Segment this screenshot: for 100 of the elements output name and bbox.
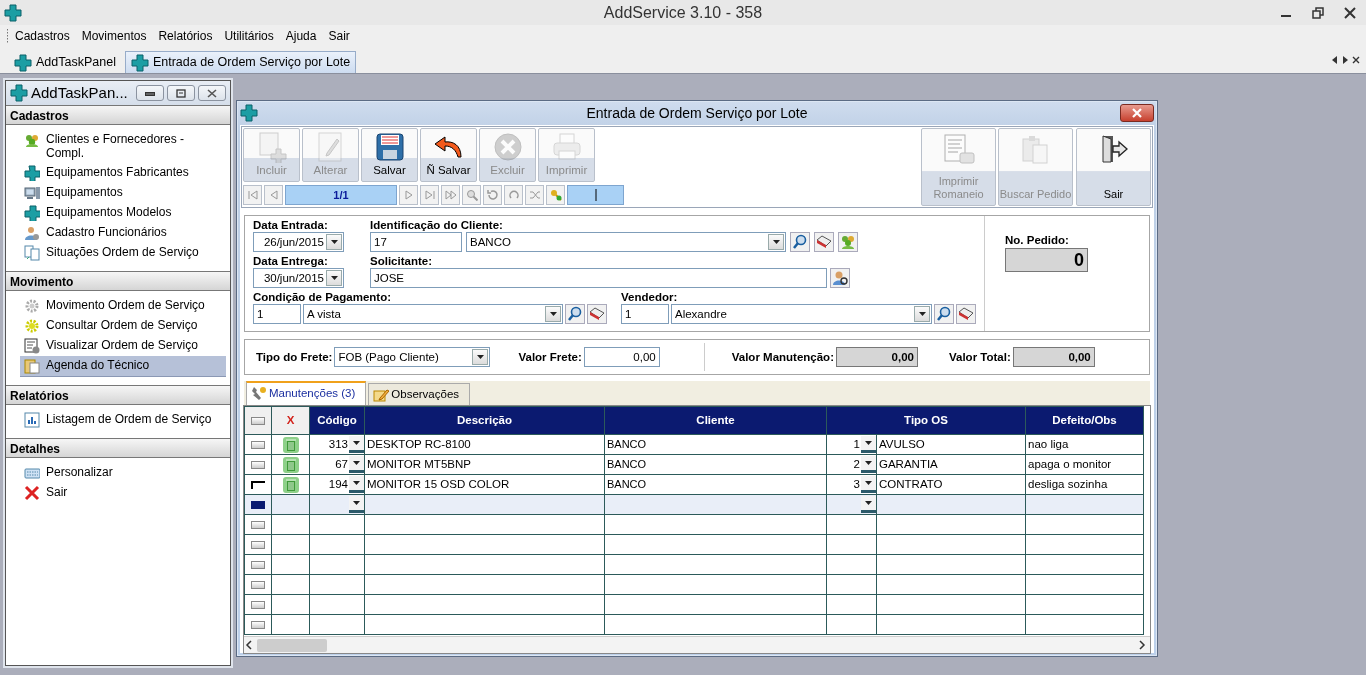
person-icon — [832, 270, 848, 286]
scroll-right-icon[interactable] — [1137, 640, 1147, 650]
dropdown-button[interactable] — [349, 496, 364, 513]
panel-item[interactable]: Consultar Ordem de Serviço — [20, 315, 226, 336]
column-header[interactable]: Defeito/Obs — [1025, 406, 1144, 435]
tab[interactable]: Observações — [368, 383, 471, 405]
trash-icon[interactable] — [281, 455, 300, 474]
cross-icon — [24, 484, 40, 501]
panel-item[interactable]: Equipamentos Fabricantes — [20, 162, 226, 183]
dropdown-button[interactable] — [861, 456, 876, 473]
panel-item[interactable]: Situações Ordem de Serviço — [20, 242, 226, 263]
column-header[interactable]: Descrição — [364, 406, 605, 435]
requester-field[interactable]: JOSE — [370, 268, 827, 288]
scroll-left-icon[interactable] — [244, 640, 254, 650]
key-button[interactable] — [546, 184, 565, 205]
caret-icon — [329, 275, 339, 281]
plus-icon — [4, 3, 22, 22]
shuffle-icon — [528, 188, 541, 201]
people-icon — [24, 132, 40, 148]
panel-item[interactable]: Cadastro Funcionários — [20, 222, 226, 243]
dropdown-button[interactable] — [349, 476, 364, 493]
panel-item[interactable]: Listagem de Ordem de Serviço — [20, 409, 226, 430]
scroll-left-icon[interactable] — [1332, 56, 1338, 64]
close-button[interactable] — [198, 85, 226, 101]
cancel-icon — [491, 131, 524, 163]
seller-combo[interactable]: Alexandre — [671, 304, 932, 324]
scroll-right-icon[interactable] — [1342, 56, 1348, 64]
panel-item[interactable]: Movimento Ordem de Serviço — [20, 295, 226, 316]
column-header[interactable]: Código — [309, 406, 365, 435]
eraser-button[interactable] — [956, 304, 976, 324]
person-button[interactable] — [830, 268, 850, 288]
freight-type-combo[interactable]: FOB (Pago Cliente) — [334, 347, 491, 367]
toolbar-button[interactable]: Salvar — [361, 128, 418, 182]
plus-icon — [240, 104, 258, 122]
panel-item[interactable]: Clientes e Fornecedores - Compl. — [20, 130, 226, 163]
panel-item[interactable]: Sair — [20, 482, 226, 503]
menu-item[interactable]: Ajuda — [279, 26, 323, 46]
document-tab[interactable]: AddTaskPanel — [8, 51, 122, 73]
date-picker[interactable]: 26/jun/2015 — [253, 232, 344, 252]
row-selector[interactable] — [251, 480, 265, 489]
menu-item[interactable]: Relatórios — [152, 26, 219, 46]
record-input-field[interactable] — [567, 184, 624, 205]
date-picker[interactable]: 30/jun/2015 — [253, 268, 344, 288]
field-label: Data Entrada: — [253, 219, 329, 232]
column-header[interactable]: Tipo OS — [826, 406, 1026, 435]
field-label: Solicitante: — [370, 255, 433, 268]
seller-code-field[interactable]: 1 — [621, 304, 669, 324]
freight-value-field[interactable]: 0,00 — [583, 347, 660, 367]
restore-icon[interactable] — [1312, 6, 1324, 19]
toolbar-button[interactable]: Ñ Salvar — [420, 128, 477, 182]
trash-icon[interactable] — [281, 435, 300, 454]
row-selector[interactable] — [251, 500, 265, 509]
menu-item[interactable]: Utilitários — [218, 26, 280, 46]
close-icon[interactable] — [1344, 6, 1356, 19]
toolbar-button[interactable]: Sair — [1076, 128, 1151, 206]
panel-item[interactable]: Agenda do Técnico — [20, 355, 226, 377]
dropdown-button[interactable] — [349, 436, 364, 453]
panel-item[interactable]: Equipamentos — [20, 182, 226, 203]
table-cell: MONITOR MT5BNP — [364, 454, 605, 475]
people-button[interactable] — [838, 232, 858, 252]
documents-icon — [24, 244, 40, 261]
scrollbar-thumb[interactable] — [257, 638, 327, 652]
dropdown-button[interactable] — [861, 436, 876, 453]
client-code-field[interactable]: 17 — [370, 232, 462, 252]
horizontal-scrollbar[interactable] — [244, 636, 1150, 653]
payment-code-field[interactable]: 1 — [253, 304, 301, 324]
undo-button[interactable] — [504, 184, 523, 205]
menu-item[interactable]: Movimentos — [75, 26, 153, 46]
tab[interactable]: Manutenções (3) — [246, 381, 367, 405]
restore-button[interactable] — [167, 85, 195, 101]
menu-item[interactable]: Sair — [322, 26, 356, 46]
column-header[interactable]: Cliente — [604, 406, 827, 435]
dropdown-button[interactable] — [861, 496, 876, 513]
eraser-button[interactable] — [587, 304, 607, 324]
search-button[interactable] — [565, 304, 585, 324]
close-icon — [205, 88, 219, 98]
fast-forward-icon — [444, 188, 457, 201]
panel-item[interactable]: Visualizar Ordem de Serviço — [20, 335, 226, 356]
payment-combo[interactable]: A vista — [303, 304, 563, 324]
search-button[interactable] — [790, 232, 810, 252]
section-header: Movimento — [6, 270, 230, 291]
client-combo[interactable]: BANCO — [466, 232, 786, 252]
column-header: X — [271, 406, 310, 435]
menu-item[interactable]: Cadastros — [9, 26, 76, 46]
minimize-button[interactable] — [136, 85, 164, 101]
plus-icon — [130, 53, 149, 72]
panel-item[interactable]: Personalizar — [20, 462, 226, 483]
panel-item[interactable]: Equipamentos Modelos — [20, 202, 226, 223]
close-icon[interactable] — [1352, 56, 1360, 64]
close-button[interactable] — [1120, 104, 1154, 122]
dropdown-button[interactable] — [349, 456, 364, 473]
search-button[interactable] — [934, 304, 954, 324]
eraser-button[interactable] — [814, 232, 834, 252]
document-tab[interactable]: Entrada de Ordem Serviço por Lote — [124, 51, 357, 73]
refresh-button[interactable] — [483, 184, 502, 205]
field-label: Identificação do Cliente: — [370, 219, 504, 232]
caret-icon — [352, 440, 361, 446]
trash-icon[interactable] — [281, 475, 300, 494]
dropdown-button[interactable] — [861, 476, 876, 493]
eraser-icon — [816, 234, 832, 250]
